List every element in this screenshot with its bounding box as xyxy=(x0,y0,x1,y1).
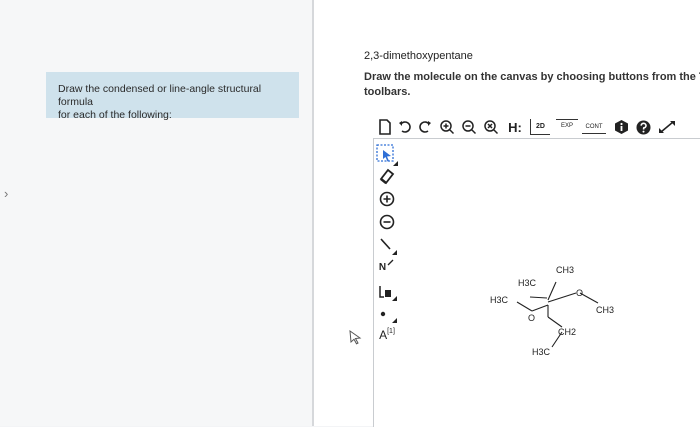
negative-charge-icon[interactable] xyxy=(376,211,398,233)
zoom-reset-icon[interactable] xyxy=(482,116,500,138)
label-ch2: CH2 xyxy=(558,327,576,337)
prompt-line-1: Draw the condensed or line-angle structu… xyxy=(58,83,262,108)
left-pane: › Draw the condensed or line-angle struc… xyxy=(0,0,312,426)
redo-icon[interactable] xyxy=(416,116,434,138)
instruction-line-2: toolbars. xyxy=(364,86,411,98)
instructions: Draw the molecule on the canvas by choos… xyxy=(364,70,700,100)
text-atom-superscript: [1] xyxy=(387,327,395,335)
new-document-icon[interactable] xyxy=(376,116,394,138)
question-prompt: Draw the condensed or line-angle structu… xyxy=(46,72,299,121)
compound-name: 2,3-dimethoxypentane xyxy=(364,50,473,62)
contract-button[interactable]: CONT xyxy=(582,120,606,134)
text-atom-label: A xyxy=(379,328,388,342)
label-o-right: O xyxy=(576,288,583,298)
atom-n-label: N xyxy=(378,261,387,273)
zoom-out-icon[interactable] xyxy=(460,116,478,138)
bond-c1-c2 xyxy=(529,296,548,299)
cursor-pointer-icon xyxy=(344,326,366,348)
positive-charge-icon[interactable] xyxy=(376,188,398,210)
instruction-line-1: Draw the molecule on the canvas by choos… xyxy=(364,71,700,83)
label-o-left: O xyxy=(528,313,535,323)
molecule-structure[interactable]: CH3 H3C H3C O O CH3 CH2 H3C xyxy=(460,255,660,365)
atom-n-tool[interactable]: N xyxy=(376,256,398,278)
label-h3c-upper: H3C xyxy=(518,278,537,288)
label-ch3-top: CH3 xyxy=(556,265,574,275)
clean-2d-button[interactable]: 2D xyxy=(530,119,550,135)
top-toolbar: H: 2D EXP CONT xyxy=(372,116,700,138)
bond-c3-ch2 xyxy=(547,316,563,328)
label-h3c-left: H3C xyxy=(490,295,509,305)
zoom-in-icon[interactable] xyxy=(438,116,456,138)
single-bond-icon[interactable] xyxy=(376,234,398,256)
label-ch3-right: CH3 xyxy=(596,305,614,315)
eraser-icon[interactable] xyxy=(376,165,398,187)
bond-c2-ch3 xyxy=(547,281,557,301)
hydrogen-toggle-button[interactable]: H: xyxy=(504,116,526,138)
bond-c2-o-right xyxy=(547,292,577,303)
text-atom-tool[interactable]: A [1] xyxy=(376,322,398,348)
dot-tool-icon[interactable] xyxy=(376,302,398,324)
prompt-line-2: for each of the following: xyxy=(58,109,172,121)
help-icon[interactable] xyxy=(634,116,652,138)
bond-o-c2 xyxy=(531,304,549,312)
fullscreen-icon[interactable] xyxy=(656,116,678,138)
undo-icon[interactable] xyxy=(396,116,414,138)
chevron-right-icon[interactable]: › xyxy=(4,186,8,201)
template-tool-icon[interactable] xyxy=(376,280,398,302)
info-icon[interactable] xyxy=(612,116,630,138)
select-tool-icon[interactable] xyxy=(376,144,398,166)
label-h3c-bottom: H3C xyxy=(532,347,551,357)
expand-button[interactable]: EXP xyxy=(556,119,578,135)
bond-c-o-left xyxy=(516,301,533,312)
